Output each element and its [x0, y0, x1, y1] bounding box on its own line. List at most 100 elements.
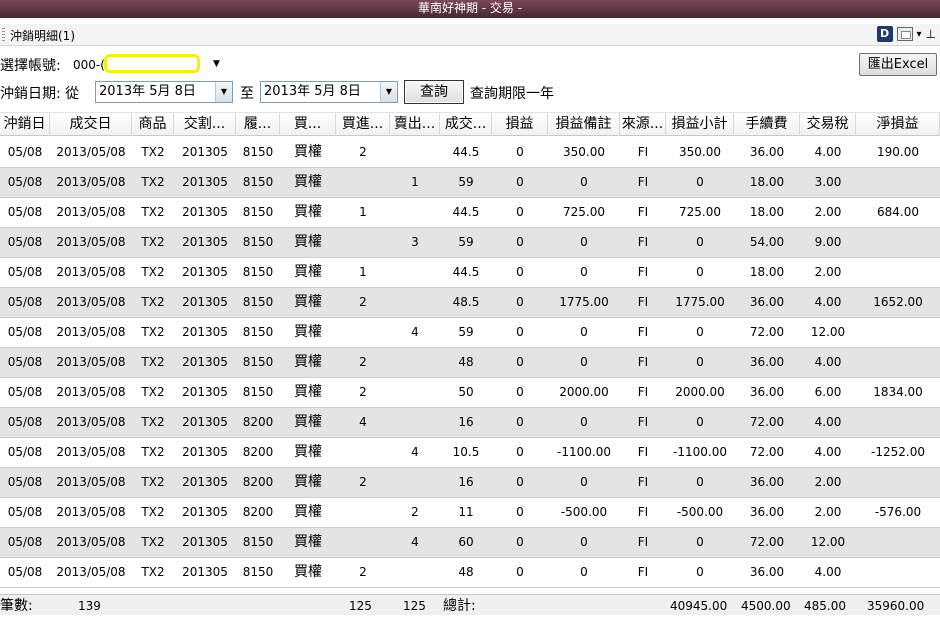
- cell-col-net-pl: [856, 468, 940, 497]
- cell-col-strike: 8150: [242, 295, 274, 309]
- cell-col-source: FI: [637, 175, 649, 189]
- cell-col-pl: 0: [516, 385, 524, 399]
- grid-body[interactable]: 05/08 2013/05/08 TX2 201305 8150 買權 2 44.5 0 350.…: [0, 138, 940, 588]
- table-row[interactable]: 05/08 2013/05/08 TX2 201305 8150 買權 2 48 0 0 FI 0 36…: [0, 558, 940, 588]
- cell-col-strike: 8200: [242, 475, 274, 489]
- cell-col-product: TX2: [141, 235, 165, 249]
- cell-col-source: FI: [637, 475, 649, 489]
- header-col-pl[interactable]: 損益: [492, 113, 548, 136]
- cell-col-pl-note: 0: [580, 325, 588, 339]
- cell-col-callput: 買權: [294, 294, 322, 310]
- header-col-trade-date[interactable]: 成交日: [50, 113, 132, 136]
- cell-col-pl: 0: [516, 415, 524, 429]
- pin-icon[interactable]: ⊥: [926, 27, 936, 41]
- account-label: 選擇帳號:: [0, 58, 61, 74]
- header-col-buy-qty[interactable]: 買進...: [336, 113, 390, 136]
- cell-col-tax: 12.00: [810, 325, 846, 339]
- cell-col-tax: 4.00: [814, 445, 842, 459]
- table-row[interactable]: 05/08 2013/05/08 TX2 201305 8150 買權 1 44.5 0 725.…: [0, 198, 940, 228]
- cell-col-offset-date: 05/08: [7, 325, 43, 339]
- cell-col-offset-date: 05/08: [7, 145, 43, 159]
- cell-col-pl: 0: [516, 505, 524, 519]
- cell-col-price: 11: [458, 505, 474, 519]
- cell-col-net-pl: [856, 318, 940, 347]
- chevron-down-icon[interactable]: ▼: [213, 52, 220, 76]
- cell-col-product: TX2: [141, 475, 165, 489]
- cell-col-buy-qty: 2: [359, 475, 367, 489]
- from-date-picker[interactable]: 2013年 5月 8日 ▼: [95, 81, 233, 103]
- table-row[interactable]: 05/08 2013/05/08 TX2 201305 8200 買權 2 11 0 -500.0…: [0, 498, 940, 528]
- header-col-sell-qty[interactable]: 賣出...: [390, 113, 440, 136]
- cell-col-strike: 8150: [242, 205, 274, 219]
- cell-col-trade-date: 2013/05/08: [56, 145, 126, 159]
- to-date-picker[interactable]: 2013年 5月 8日 ▼: [260, 81, 398, 103]
- cell-col-product: TX2: [141, 535, 165, 549]
- d-logo-icon[interactable]: D: [876, 26, 893, 42]
- cell-col-callput: 買權: [294, 174, 322, 190]
- table-row[interactable]: 05/08 2013/05/08 TX2 201305 8150 買權 4 60 0 0 FI 0 72…: [0, 528, 940, 558]
- total-label: 總計:: [443, 598, 476, 614]
- header-col-net-pl[interactable]: 淨損益: [856, 113, 940, 136]
- date-row: 沖銷日期: 從 2013年 5月 8日 ▼ 至 2013年 5月 8日 ▼ 查詢…: [0, 80, 940, 104]
- table-row[interactable]: 05/08 2013/05/08 TX2 201305 8150 買權 2 48.5 0 1775…: [0, 288, 940, 318]
- float-window-icon[interactable]: [896, 27, 913, 41]
- table-row[interactable]: 05/08 2013/05/08 TX2 201305 8200 買權 4 16 0 0 FI 0 72…: [0, 408, 940, 438]
- cell-col-callput: 買權: [294, 384, 322, 400]
- cell-col-sell-qty: 4: [411, 445, 419, 459]
- cell-col-callput: 買權: [294, 474, 322, 490]
- cell-col-pl-note: 0: [580, 235, 588, 249]
- header-col-pl-subtotal[interactable]: 損益小計: [666, 113, 734, 136]
- table-row[interactable]: 05/08 2013/05/08 TX2 201305 8150 買權 4 59 0 0 FI 0 72…: [0, 318, 940, 348]
- cell-col-source: FI: [637, 415, 649, 429]
- header-col-source[interactable]: 來源...: [620, 113, 666, 136]
- header-col-offset-date[interactable]: 沖銷日: [0, 113, 50, 136]
- table-row[interactable]: 05/08 2013/05/08 TX2 201305 8200 買權 4 10.5 0 -110…: [0, 438, 940, 468]
- cell-col-settlement: 201305: [182, 535, 228, 549]
- cell-col-product: TX2: [141, 445, 165, 459]
- query-note: 查詢期限一年: [470, 86, 554, 102]
- cell-col-source: FI: [637, 265, 649, 279]
- chevron-down-icon[interactable]: ▾: [917, 29, 922, 40]
- cell-col-pl-subtotal: 0: [696, 355, 704, 369]
- header-col-settlement[interactable]: 交割...: [174, 113, 236, 136]
- table-row[interactable]: 05/08 2013/05/08 TX2 201305 8150 買權 1 59 0 0 FI 0 18…: [0, 168, 940, 198]
- table-row[interactable]: 05/08 2013/05/08 TX2 201305 8150 買權 2 44.5 0 350.…: [0, 138, 940, 168]
- header-col-pl-note[interactable]: 損益備註: [548, 113, 620, 136]
- panel-header: 沖銷明細(1) D ▾ ⊥: [0, 24, 940, 46]
- tax-total: 485.00: [804, 599, 846, 613]
- cell-col-pl: 0: [516, 175, 524, 189]
- query-button[interactable]: 查詢: [404, 80, 464, 104]
- table-row[interactable]: 05/08 2013/05/08 TX2 201305 8200 買權 2 16 0 0 FI 0 36…: [0, 468, 940, 498]
- cell-col-fee: 72.00: [749, 415, 785, 429]
- header-col-fee[interactable]: 手續費: [734, 113, 800, 136]
- cell-col-strike: 8200: [242, 505, 274, 519]
- cell-col-trade-date: 2013/05/08: [56, 445, 126, 459]
- cell-col-callput: 買權: [294, 564, 322, 580]
- chevron-down-icon[interactable]: ▼: [215, 82, 232, 102]
- chevron-down-icon[interactable]: ▼: [380, 82, 397, 102]
- cell-col-product: TX2: [141, 175, 165, 189]
- export-excel-button[interactable]: 匯出Excel: [859, 53, 937, 76]
- header-col-callput[interactable]: 買...: [280, 113, 336, 136]
- table-row[interactable]: 05/08 2013/05/08 TX2 201305 8150 買權 1 44.5 0 0 FI 0…: [0, 258, 940, 288]
- cell-col-trade-date: 2013/05/08: [56, 295, 126, 309]
- cell-col-callput: 買權: [294, 144, 322, 160]
- header-col-tax[interactable]: 交易稅: [800, 113, 856, 136]
- header-col-product[interactable]: 商品: [132, 113, 174, 136]
- header-col-strike[interactable]: 履...: [236, 113, 280, 136]
- table-row[interactable]: 05/08 2013/05/08 TX2 201305 8150 買權 2 50 0 2000.0…: [0, 378, 940, 408]
- cell-col-tax: 9.00: [814, 235, 842, 249]
- cell-col-source: FI: [637, 235, 649, 249]
- header-col-price[interactable]: 成交...: [440, 113, 492, 136]
- cell-col-fee: 36.00: [749, 475, 785, 489]
- cell-col-product: TX2: [141, 415, 165, 429]
- table-row[interactable]: 05/08 2013/05/08 TX2 201305 8150 買權 3 59 0 0 FI 0 54…: [0, 228, 940, 258]
- cell-col-trade-date: 2013/05/08: [56, 325, 126, 339]
- cell-col-strike: 8150: [242, 355, 274, 369]
- cell-col-pl: 0: [516, 205, 524, 219]
- table-row[interactable]: 05/08 2013/05/08 TX2 201305 8150 買權 2 48 0 0 FI 0 36…: [0, 348, 940, 378]
- cell-col-price: 59: [458, 175, 474, 189]
- cell-col-pl: 0: [516, 295, 524, 309]
- cell-col-trade-date: 2013/05/08: [56, 355, 126, 369]
- cell-col-fee: 72.00: [749, 325, 785, 339]
